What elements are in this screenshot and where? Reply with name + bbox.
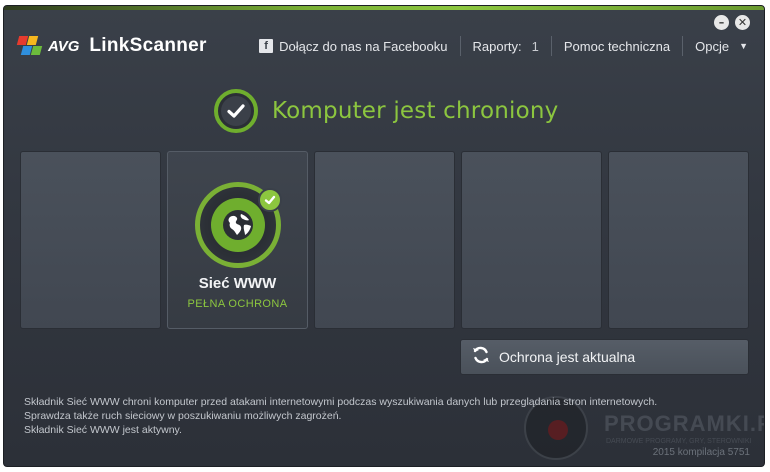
tile-title: Sieć WWW <box>198 275 277 292</box>
facebook-link[interactable]: f Dołącz do nas na Facebooku <box>247 36 459 56</box>
watermark-subtext: DARMOWE PROGRAMY, GRY, STEROWNIKI <box>606 438 752 445</box>
component-tile-web[interactable]: Sieć WWW PEŁNA OCHRONA <box>167 151 308 329</box>
status-text: Komputer jest chroniony <box>272 98 559 124</box>
reports-count: 1 <box>531 38 539 54</box>
support-label: Pomoc techniczna <box>563 38 671 54</box>
app-logo: AVG LinkScanner <box>16 33 207 59</box>
tile-subtitle: PEŁNA OCHRONA <box>187 298 288 310</box>
close-button[interactable]: ✕ <box>735 15 750 30</box>
reports-link[interactable]: Raporty: 1 <box>461 36 551 56</box>
component-tile-1[interactable] <box>20 151 161 329</box>
options-label: Opcje <box>695 38 730 54</box>
component-tile-5[interactable] <box>608 151 749 329</box>
globe-icon <box>211 198 265 252</box>
description-line: Składnik Sieć WWW chroni komputer przed … <box>24 396 658 408</box>
check-badge-icon <box>258 188 282 212</box>
refresh-icon <box>471 345 491 369</box>
top-menu: f Dołącz do nas na Facebooku Raporty: 1 … <box>247 36 752 56</box>
component-tile-3[interactable] <box>314 151 455 329</box>
update-status-label: Ochrona jest aktualna <box>499 349 636 365</box>
top-accent-bar <box>4 6 764 10</box>
options-menu[interactable]: Opcje ▼ <box>683 36 752 56</box>
support-link[interactable]: Pomoc techniczna <box>552 36 682 56</box>
minimize-button[interactable]: – <box>714 15 729 30</box>
description-line: Składnik Sieć WWW jest aktywny. <box>24 424 182 436</box>
caret-down-icon: ▼ <box>739 41 748 51</box>
protection-status: Komputer jest chroniony <box>214 89 558 133</box>
build-info: 2015 kompilacja 5751 <box>652 447 750 458</box>
component-tile-4[interactable] <box>461 151 602 329</box>
product-name: LinkScanner <box>89 35 207 56</box>
brand-name: AVG <box>48 37 80 55</box>
app-window: AVG LinkScanner – ✕ f Dołącz do nas na F… <box>3 5 765 467</box>
facebook-label: Dołącz do nas na Facebooku <box>279 38 448 54</box>
component-description: Składnik Sieć WWW chroni komputer przed … <box>24 395 744 437</box>
reports-label: Raporty: <box>472 38 522 54</box>
avg-logo-icon <box>16 36 44 56</box>
facebook-icon: f <box>259 39 274 53</box>
window-controls: – ✕ <box>714 15 750 30</box>
update-status-button[interactable]: Ochrona jest aktualna <box>460 339 749 375</box>
status-check-icon <box>214 89 258 133</box>
description-line: Sprawdza także ruch sieciowy w poszukiwa… <box>24 410 342 422</box>
